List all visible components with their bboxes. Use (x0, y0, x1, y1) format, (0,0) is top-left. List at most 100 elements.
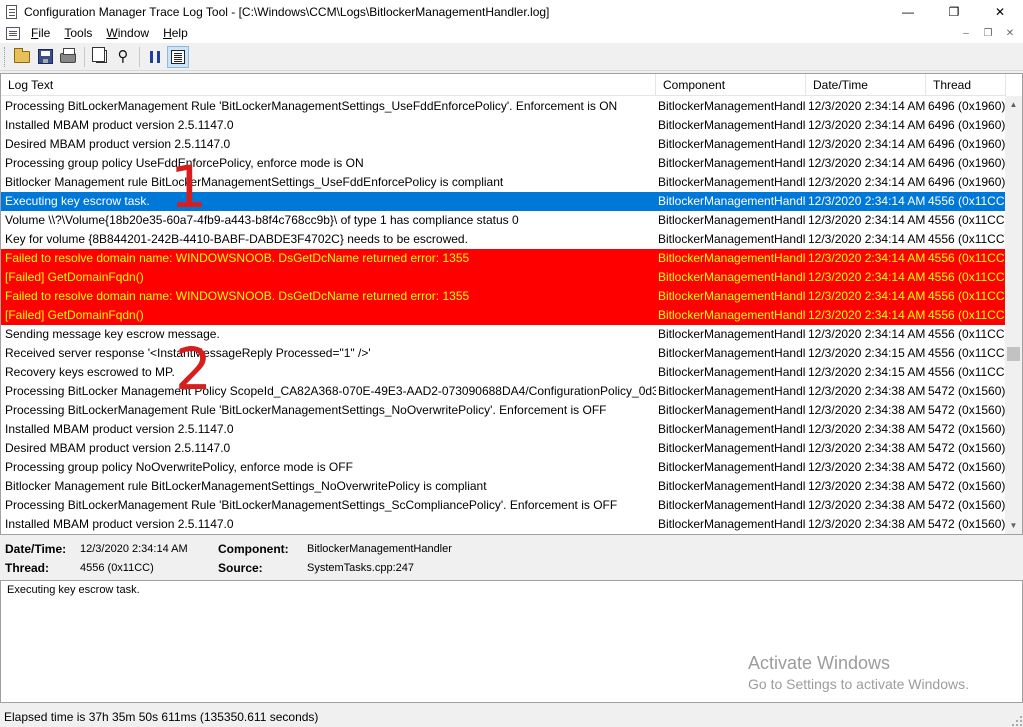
menu-tools-label: ools (70, 26, 93, 40)
log-text-cell: Processing group policy UseFddEnforcePol… (5, 156, 364, 170)
column-header-component[interactable]: Component (656, 74, 806, 96)
open-button[interactable] (11, 46, 33, 68)
menu-window[interactable]: Window (99, 23, 156, 43)
log-row[interactable]: Received server response '<InstantMessag… (1, 344, 1006, 363)
close-button[interactable]: ✕ (977, 0, 1023, 23)
datetime-cell: 12/3/2020 2:34:14 AM (808, 308, 926, 322)
column-header-thread[interactable]: Thread (926, 74, 1006, 96)
log-row-error[interactable]: Failed to resolve domain name: WINDOWSNO… (1, 287, 1006, 306)
thread-cell: 6496 (0x1960) (928, 118, 1006, 132)
mdi-document-icon[interactable] (6, 26, 20, 40)
log-text-cell: Processing BitLockerManagement Rule 'Bit… (5, 403, 607, 417)
print-button[interactable] (57, 46, 79, 68)
pause-button[interactable] (144, 46, 166, 68)
log-row[interactable]: Bitlocker Management rule BitLockerManag… (1, 477, 1006, 496)
column-header-datetime[interactable]: Date/Time (806, 74, 926, 96)
datetime-cell: 12/3/2020 2:34:38 AM (808, 403, 926, 417)
vertical-scrollbar[interactable]: ▲ ▼ (1005, 96, 1022, 534)
log-grid[interactable]: Log Text Component Date/Time Thread Proc… (0, 73, 1023, 535)
log-row[interactable]: Key for volume {8B844201-242B-4410-BABF-… (1, 230, 1006, 249)
component-cell: BitlockerManagementHandler (658, 308, 806, 322)
datetime-cell: 12/3/2020 2:34:14 AM (808, 327, 926, 341)
log-row[interactable]: Desired MBAM product version 2.5.1147.0 B… (1, 135, 1006, 154)
copy-button[interactable] (89, 46, 111, 68)
log-row[interactable]: Recovery keys escrowed to MP. BitlockerMa… (1, 363, 1006, 382)
log-row[interactable]: Processing BitLockerManagement Rule 'Bit… (1, 401, 1006, 420)
log-text-cell: Failed to resolve domain name: WINDOWSNO… (5, 251, 470, 265)
maximize-button[interactable]: ❐ (931, 0, 977, 23)
thread-cell: 5472 (0x1560) (928, 517, 1006, 531)
log-text-cell: Failed to resolve domain name: WINDOWSNO… (5, 289, 470, 303)
log-row[interactable]: Installed MBAM product version 2.5.1147.… (1, 420, 1006, 439)
find-button[interactable]: ⚲ (112, 46, 134, 68)
datetime-cell: 12/3/2020 2:34:14 AM (808, 137, 926, 151)
component-cell: BitlockerManagementHandler (658, 289, 806, 303)
copy-icon (92, 47, 107, 63)
title-bar: Configuration Manager Trace Log Tool - [… (0, 0, 1023, 23)
thread-value: 4556 (0x11CC) (80, 562, 154, 574)
log-row[interactable]: Installed MBAM product version 2.5.1147.… (1, 515, 1006, 534)
minimize-button[interactable]: — (885, 0, 931, 23)
scroll-thumb[interactable] (1007, 347, 1020, 361)
component-cell: BitlockerManagementHandler (658, 213, 806, 227)
details-pane: Date/Time: 12/3/2020 2:34:14 AM Thread: … (0, 536, 1023, 580)
log-row[interactable]: Bitlocker Management rule BitLockerManag… (1, 173, 1006, 192)
component-cell: BitlockerManagementHandler (658, 99, 806, 113)
component-cell: BitlockerManagementHandler (658, 137, 806, 151)
component-value: BitlockerManagementHandler (307, 543, 452, 555)
menu-window-hotkey: W (106, 26, 118, 40)
column-header-log-text[interactable]: Log Text (1, 74, 656, 96)
log-row[interactable]: Processing BitLocker Management Policy S… (1, 382, 1006, 401)
datetime-value: 12/3/2020 2:34:14 AM (80, 543, 188, 555)
menu-tools[interactable]: Tools (57, 23, 99, 43)
datetime-cell: 12/3/2020 2:34:38 AM (808, 460, 926, 474)
log-text-cell: Executing key escrow task. (5, 194, 150, 208)
log-row[interactable]: Processing BitLockerManagement Rule 'Bit… (1, 97, 1006, 116)
autoscroll-button[interactable] (167, 45, 189, 68)
datetime-cell: 12/3/2020 2:34:14 AM (808, 289, 926, 303)
datetime-cell: 12/3/2020 2:34:38 AM (808, 422, 926, 436)
log-message-text: Executing key escrow task. (7, 584, 140, 596)
toolbar: ⚲ (0, 43, 1023, 71)
scroll-down-arrow-icon[interactable]: ▼ (1005, 517, 1022, 534)
log-text-cell: Processing BitLocker Management Policy S… (5, 384, 656, 398)
menu-help[interactable]: Help (156, 23, 195, 43)
log-row-error[interactable]: Failed to resolve domain name: WINDOWSNO… (1, 249, 1006, 268)
log-row[interactable]: Processing group policy NoOverwritePolic… (1, 458, 1006, 477)
scroll-up-arrow-icon[interactable]: ▲ (1005, 96, 1022, 113)
toolbar-grip[interactable] (4, 46, 7, 67)
menu-file[interactable]: File (24, 23, 57, 43)
save-button[interactable] (34, 46, 56, 68)
grid-header: Log Text Component Date/Time Thread (1, 74, 1006, 96)
thread-cell: 4556 (0x11CC) (928, 365, 1006, 379)
datetime-cell: 12/3/2020 2:34:38 AM (808, 517, 926, 531)
mdi-close-button[interactable]: ✕ (999, 23, 1021, 43)
log-row[interactable]: Processing group policy UseFddEnforcePol… (1, 154, 1006, 173)
log-row[interactable]: Volume \\?\Volume{18b20e35-60a7-4fb9-a44… (1, 211, 1006, 230)
activation-watermark-title: Activate Windows (748, 653, 891, 673)
menu-help-hotkey: H (163, 26, 172, 40)
log-text-cell: Installed MBAM product version 2.5.1147.… (5, 517, 234, 531)
log-row[interactable]: Processing BitLockerManagement Rule 'Bit… (1, 496, 1006, 515)
log-row[interactable]: Sending message key escrow message. Bitlo… (1, 325, 1006, 344)
component-cell: BitlockerManagementHandler (658, 479, 806, 493)
component-cell: BitlockerManagementHandler (658, 517, 806, 531)
log-row-selected[interactable]: Executing key escrow task. BitlockerManag… (1, 192, 1006, 211)
thread-cell: 6496 (0x1960) (928, 175, 1006, 189)
resize-grip-icon[interactable] (1010, 714, 1022, 726)
log-text-cell: Desired MBAM product version 2.5.1147.0 (5, 137, 231, 151)
log-row[interactable]: Desired MBAM product version 2.5.1147.0 B… (1, 439, 1006, 458)
mdi-restore-button[interactable]: ❐ (977, 23, 999, 43)
log-row[interactable]: Installed MBAM product version 2.5.1147.… (1, 116, 1006, 135)
scroll-log-icon (171, 49, 185, 64)
log-row-error[interactable]: [Failed] GetDomainFqdn() BitlockerManagem… (1, 268, 1006, 287)
thread-label: Thread: (5, 561, 50, 575)
datetime-cell: 12/3/2020 2:34:14 AM (808, 251, 926, 265)
log-row-error[interactable]: [Failed] GetDomainFqdn() BitlockerManagem… (1, 306, 1006, 325)
mdi-minimize-button[interactable]: – (955, 23, 977, 43)
window-controls: — ❐ ✕ (885, 0, 1023, 23)
save-disk-icon (37, 49, 53, 64)
thread-cell: 4556 (0x11CC) (928, 232, 1006, 246)
component-cell: BitlockerManagementHandler (658, 327, 806, 341)
component-cell: BitlockerManagementHandler (658, 498, 806, 512)
